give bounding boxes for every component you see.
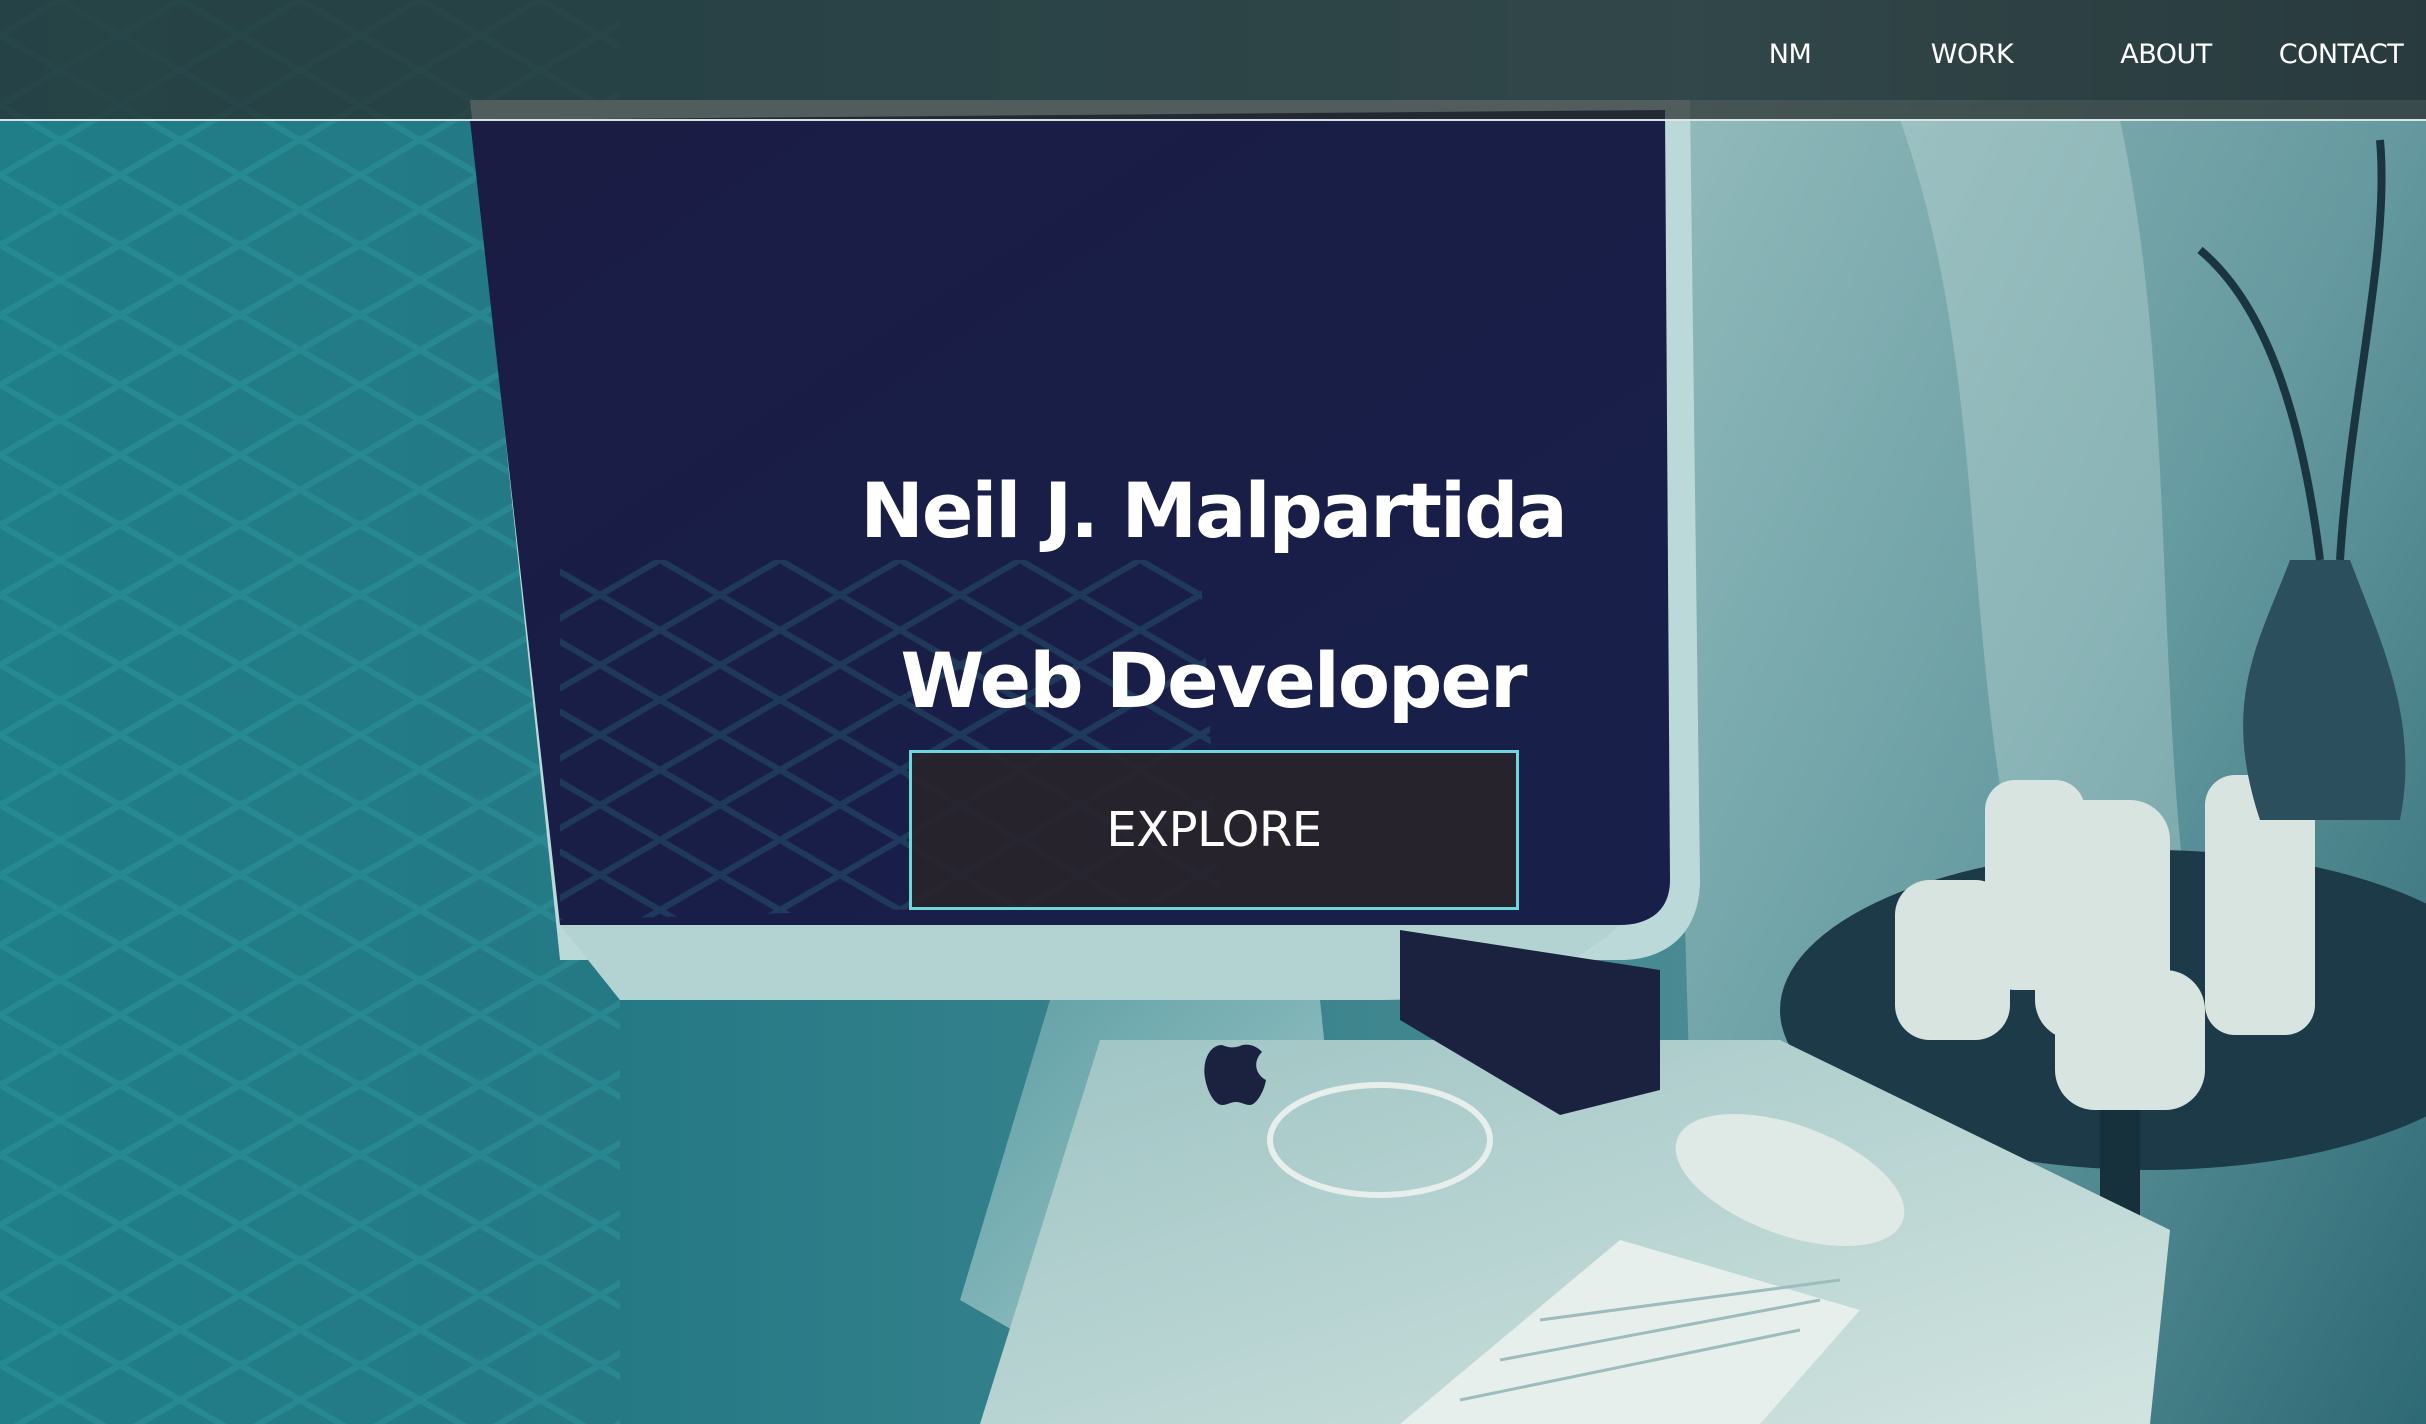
page: NM WORK ABOUT CONTACT Neil J. Malpartida…	[0, 0, 2426, 1424]
nav-item-about[interactable]: ABOUT	[2096, 0, 2236, 110]
nav-item-contact[interactable]: CONTACT	[2266, 0, 2416, 110]
nav-item-home-logo[interactable]: NM	[1740, 0, 1840, 110]
top-navbar: NM WORK ABOUT CONTACT	[0, 0, 2426, 121]
nav-item-work[interactable]: WORK	[1912, 0, 2032, 110]
hero-name-heading: Neil J. Malpartida	[860, 465, 1568, 555]
hero-role-heading: Web Developer	[900, 636, 1528, 726]
explore-button[interactable]: EXPLORE	[909, 750, 1519, 910]
